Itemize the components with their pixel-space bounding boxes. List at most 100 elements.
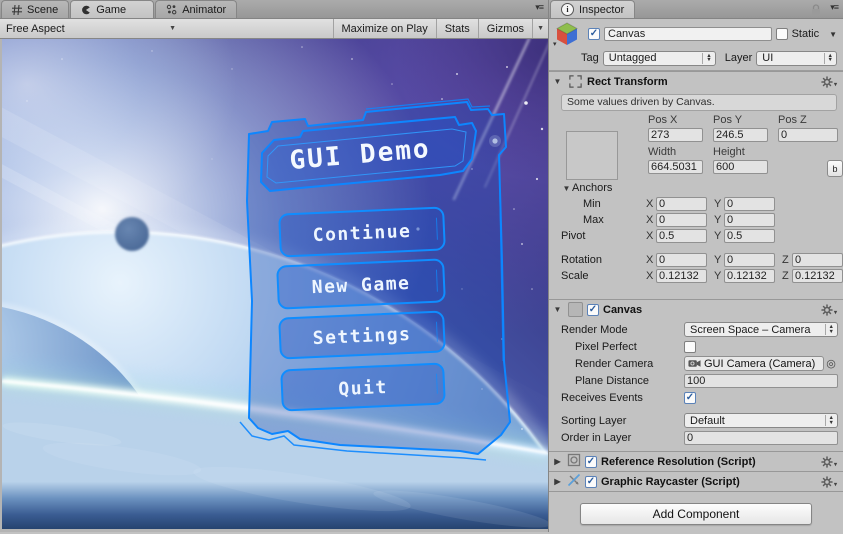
maximize-on-play-button[interactable]: Maximize on Play — [332, 19, 436, 38]
layer-dropdown[interactable]: UI ▲ ▼ — [756, 50, 837, 66]
chevron-down-icon: ▼ — [169, 25, 176, 32]
order-in-layer-label: Order in Layer — [561, 431, 632, 444]
foldout-closed-icon[interactable]: ▶ — [552, 477, 563, 486]
game-viewport: GUI Demo Continue New Game Settings Quit — [0, 0, 832, 534]
object-picker-icon[interactable]: ◎ — [824, 357, 838, 370]
axis-x-label: X — [646, 270, 654, 282]
min-x-field[interactable]: 0 — [656, 197, 707, 211]
scale-z-field[interactable]: 0.12132 — [792, 269, 843, 283]
static-dropdown-arrow[interactable]: ▼ — [829, 30, 837, 39]
reference-resolution-checkbox[interactable] — [585, 455, 597, 468]
min-y-field[interactable]: 0 — [724, 197, 775, 211]
moon — [115, 217, 149, 251]
menu-button-new-game[interactable]: New Game — [276, 258, 446, 310]
info-icon: i — [561, 3, 574, 16]
gizmos-button[interactable]: Gizmos — [477, 19, 532, 38]
static-checkbox[interactable] — [775, 28, 788, 40]
reference-resolution-header[interactable]: ▶ Reference Resolution (Script) ▾ — [549, 451, 843, 471]
add-component-button[interactable]: Add Component — [580, 503, 812, 525]
pixel-perfect-label: Pixel Perfect — [575, 340, 637, 353]
anchor-preview[interactable] — [566, 131, 618, 180]
tab-animator[interactable]: Animator — [155, 0, 238, 18]
tab-scene[interactable]: Scene — [1, 0, 70, 18]
rotation-x-field[interactable]: 0 — [656, 253, 707, 267]
tab-game[interactable]: Game — [70, 0, 155, 18]
pane-menu-icon[interactable]: ▾≡ — [535, 2, 544, 13]
menu-button-continue-label: Continue — [312, 221, 412, 246]
scale-x-field[interactable]: 0.12132 — [656, 269, 707, 283]
anchors-min-label: Min — [583, 198, 601, 210]
receives-events-checkbox[interactable] — [684, 391, 696, 404]
graphic-raycaster-checkbox[interactable] — [585, 475, 597, 488]
gizmos-dropdown-arrow[interactable]: ▼ — [532, 19, 548, 38]
tag-dropdown[interactable]: Untagged ▲ ▼ — [602, 50, 716, 66]
pos-y-field[interactable]: 246.5 — [713, 128, 768, 142]
updown-arrows-icon: ▲ ▼ — [823, 52, 835, 64]
foldout-open-icon[interactable]: ▼ — [561, 184, 572, 193]
graphic-raycaster-gear[interactable]: ▾ — [821, 475, 837, 488]
plane-distance-field[interactable]: 100 — [684, 373, 838, 388]
canvas-component-gear[interactable]: ▾ — [821, 303, 837, 316]
aspect-dropdown[interactable]: Free Aspect ▼ — [0, 19, 182, 38]
foldout-closed-icon[interactable]: ▶ — [552, 457, 563, 466]
rect-transform-gear[interactable]: ▾ — [821, 75, 837, 88]
tag-value: Untagged — [608, 52, 657, 64]
blueprint-mode-button[interactable]: b — [827, 160, 843, 177]
pivot-x-field[interactable]: 0.5 — [656, 229, 707, 243]
name-field[interactable]: Canvas — [604, 27, 772, 41]
pivot-y-field[interactable]: 0.5 — [724, 229, 775, 243]
height-field[interactable]: 600 — [713, 160, 768, 174]
pos-z-field[interactable]: 0 — [778, 128, 838, 142]
pos-z-label: Pos Z — [778, 114, 807, 126]
reference-resolution-gear[interactable]: ▾ — [821, 455, 837, 468]
canvas-component-header[interactable]: ▼ Canvas ▾ — [549, 299, 843, 319]
menu-button-settings-label: Settings — [312, 324, 412, 349]
updown-arrows-icon: ▲ ▼ — [702, 52, 713, 64]
max-y-field[interactable]: 0 — [724, 213, 775, 227]
tab-scene-label: Scene — [27, 3, 59, 16]
width-field[interactable]: 664.5031 — [648, 160, 703, 174]
foldout-open-icon[interactable]: ▼ — [552, 305, 563, 314]
rect-transform-body: Some values driven by Canvas. Pos X Pos … — [549, 91, 843, 299]
sorting-layer-dropdown[interactable]: Default ▲ ▼ — [684, 413, 838, 428]
gameobject-cube-icon[interactable]: ▾ — [553, 21, 584, 48]
scale-y-field[interactable]: 0.12132 — [724, 269, 775, 283]
tab-inspector[interactable]: i Inspector — [550, 0, 636, 18]
menu-button-settings[interactable]: Settings — [278, 310, 446, 360]
menu-button-new-game-label: New Game — [311, 273, 411, 298]
axis-z-label: Z — [782, 270, 789, 282]
game-toolbar: Free Aspect ▼ Maximize on Play Stats Giz… — [0, 19, 548, 39]
width-label: Width — [648, 146, 677, 158]
rotation-y-field[interactable]: 0 — [724, 253, 775, 267]
plane-distance-label: Plane Distance — [575, 374, 649, 387]
menu-button-continue[interactable]: Continue — [278, 206, 446, 258]
stats-label: Stats — [444, 22, 470, 35]
reference-resolution-title: Reference Resolution (Script) — [601, 455, 756, 468]
menu-button-quit[interactable]: Quit — [280, 362, 446, 412]
stats-button[interactable]: Stats — [435, 19, 478, 38]
rotation-z-field[interactable]: 0 — [792, 253, 843, 267]
rect-transform-header[interactable]: ▼ Rect Transform ▾ — [549, 71, 843, 91]
receives-events-label: Receives Events — [561, 391, 643, 404]
foldout-open-icon[interactable]: ▼ — [552, 77, 563, 86]
render-camera-field[interactable]: GUI Camera (Camera) — [684, 356, 824, 371]
axis-z-label: Z — [782, 254, 789, 266]
tab-animator-label: Animator — [182, 3, 227, 16]
graphic-raycaster-header[interactable]: ▶ Graphic Raycaster (Script) ▾ — [549, 471, 843, 491]
maximize-label: Maximize on Play — [341, 22, 428, 35]
updown-arrows-icon: ▲ ▼ — [824, 324, 836, 335]
inspector-tabstrip: i Inspector ▾≡ — [549, 0, 843, 19]
sorting-layer-value: Default — [690, 414, 725, 427]
axis-y-label: Y — [714, 198, 722, 210]
max-x-field[interactable]: 0 — [656, 213, 707, 227]
pixel-perfect-checkbox[interactable] — [684, 340, 696, 353]
order-in-layer-field[interactable]: 0 — [684, 430, 838, 445]
canvas-enabled-checkbox[interactable] — [587, 303, 599, 316]
inspector-menu-icon[interactable]: ▾≡ — [830, 2, 839, 13]
render-mode-dropdown[interactable]: Screen Space – Camera ▲ ▼ — [684, 322, 838, 337]
active-checkbox[interactable] — [588, 28, 600, 40]
height-label: Height — [713, 146, 745, 158]
pos-x-field[interactable]: 273 — [648, 128, 703, 142]
reference-resolution-icon — [567, 453, 581, 470]
lock-icon[interactable] — [811, 4, 821, 19]
